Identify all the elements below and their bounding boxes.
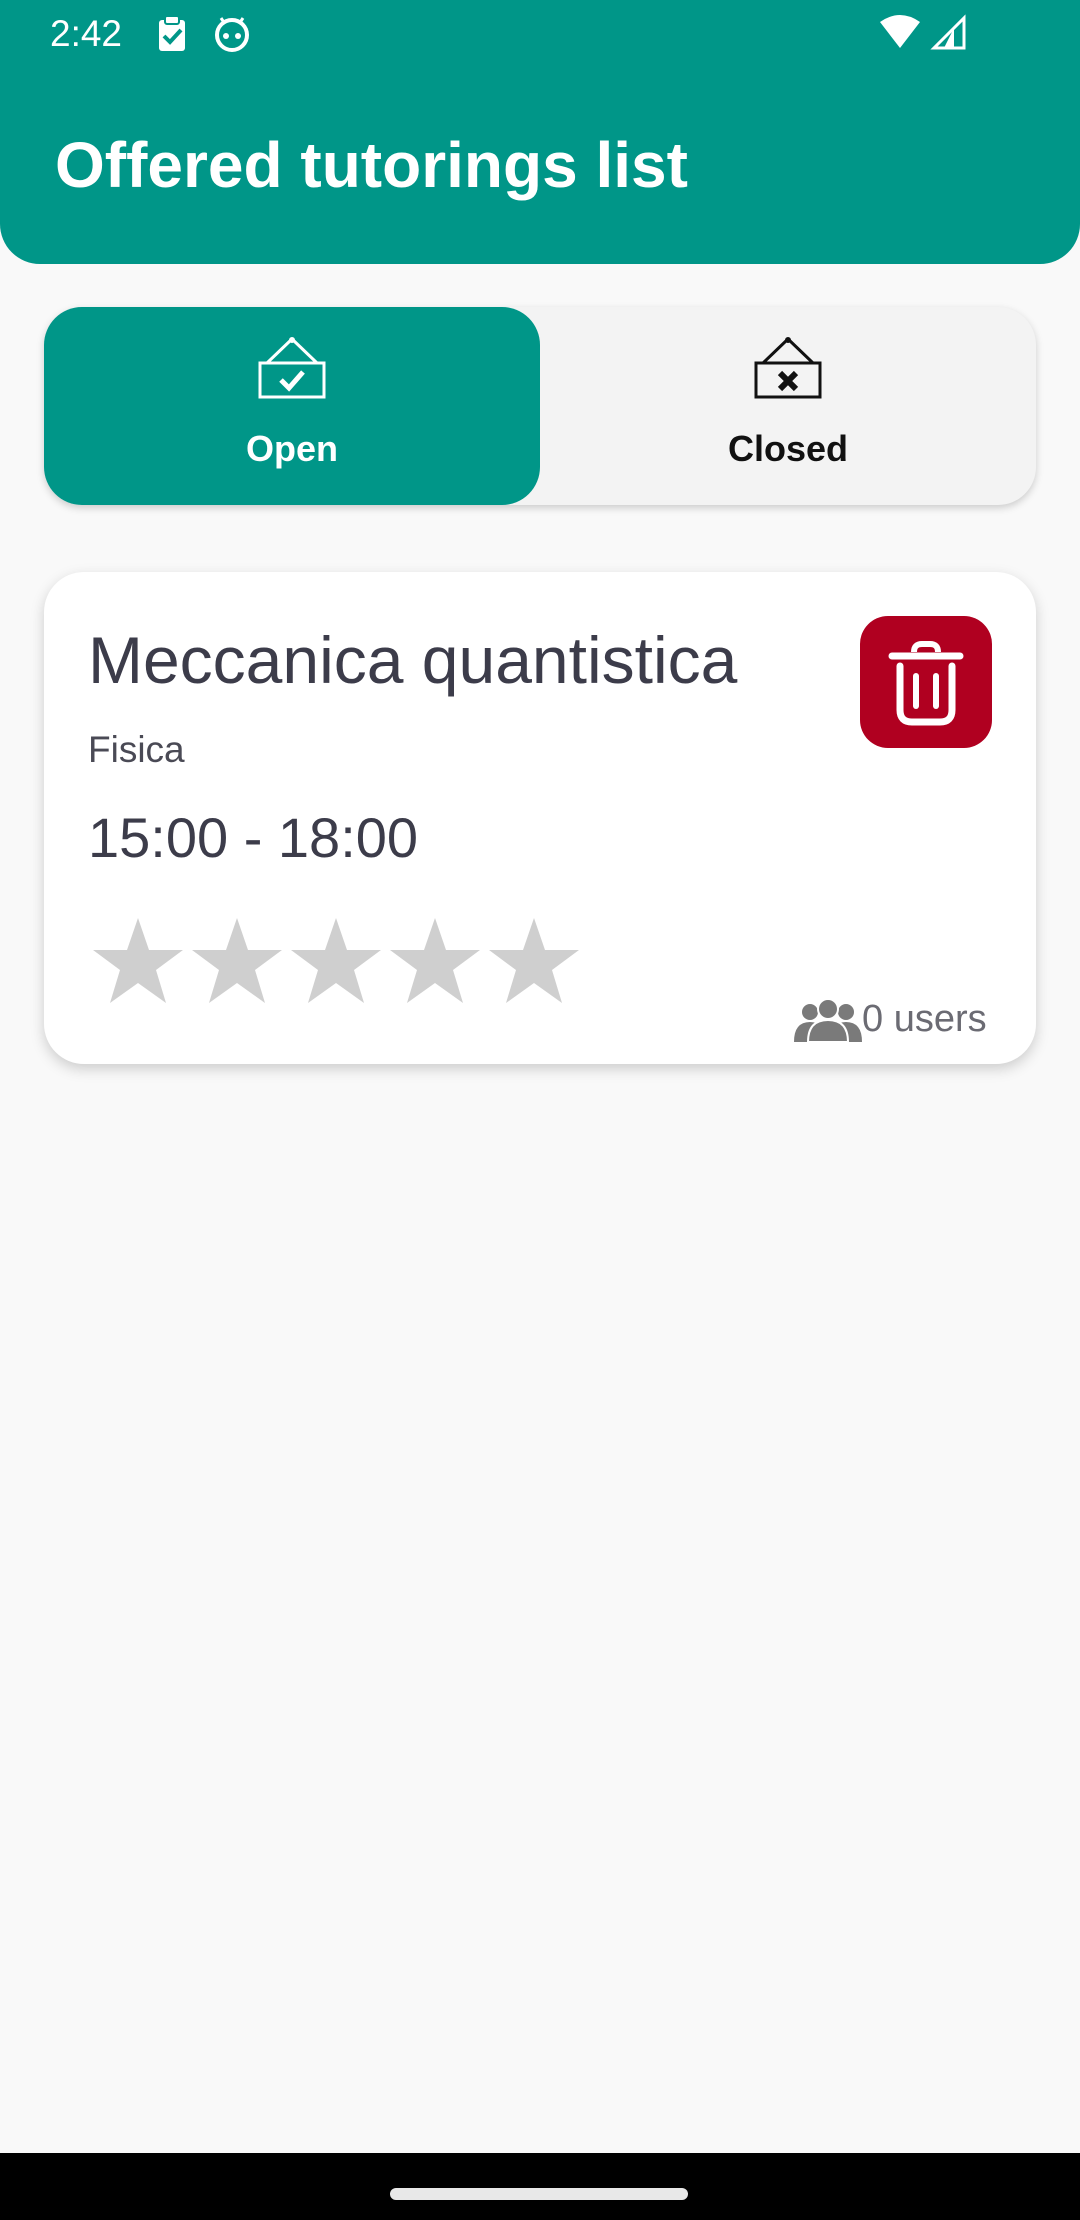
closed-sign-icon [753, 335, 823, 405]
app-header: 2:42 Offered tutorings list [0, 0, 1080, 264]
cellular-signal-icon [928, 14, 968, 54]
screen: 2:42 Offered tutorings list Open Closed … [0, 0, 1080, 2220]
tab-open-label: Open [245, 428, 338, 469]
tutoring-subject: Fisica [88, 729, 185, 770]
open-sign-icon [257, 335, 327, 405]
tutoring-title: Meccanica quantistica [88, 623, 738, 697]
trash-icon [888, 641, 964, 726]
users-count: 0 users [794, 994, 994, 1044]
star-icon[interactable] [187, 912, 287, 1012]
star-icon[interactable] [88, 912, 188, 1012]
status-time: 2:42 [50, 13, 123, 54]
star-icon[interactable] [286, 912, 386, 1012]
tab-closed[interactable]: Closed [540, 307, 1036, 505]
users-group-icon [794, 998, 862, 1042]
system-nav-bar [0, 2153, 1080, 2220]
rating-bar[interactable] [88, 912, 608, 1012]
star-icon[interactable] [385, 912, 485, 1012]
status-bar: 2:42 [0, 0, 1080, 68]
delete-button[interactable] [860, 616, 992, 748]
tab-open[interactable]: Open [44, 307, 540, 505]
android-face-icon [212, 14, 252, 54]
users-count-label: 0 users [862, 998, 987, 1040]
tutoring-card[interactable]: Meccanica quantistica Fisica 15:00 - 18:… [44, 572, 1036, 1064]
status-toggle-group: Open Closed [44, 307, 1036, 505]
home-gesture-handle[interactable] [390, 2188, 688, 2200]
clipboard-check-icon [152, 14, 192, 54]
wifi-icon [878, 14, 922, 54]
page-title: Offered tutorings list [55, 129, 688, 201]
star-icon[interactable] [484, 912, 584, 1012]
tab-closed-label: Closed [727, 428, 849, 469]
tutoring-time: 15:00 - 18:00 [88, 806, 419, 869]
